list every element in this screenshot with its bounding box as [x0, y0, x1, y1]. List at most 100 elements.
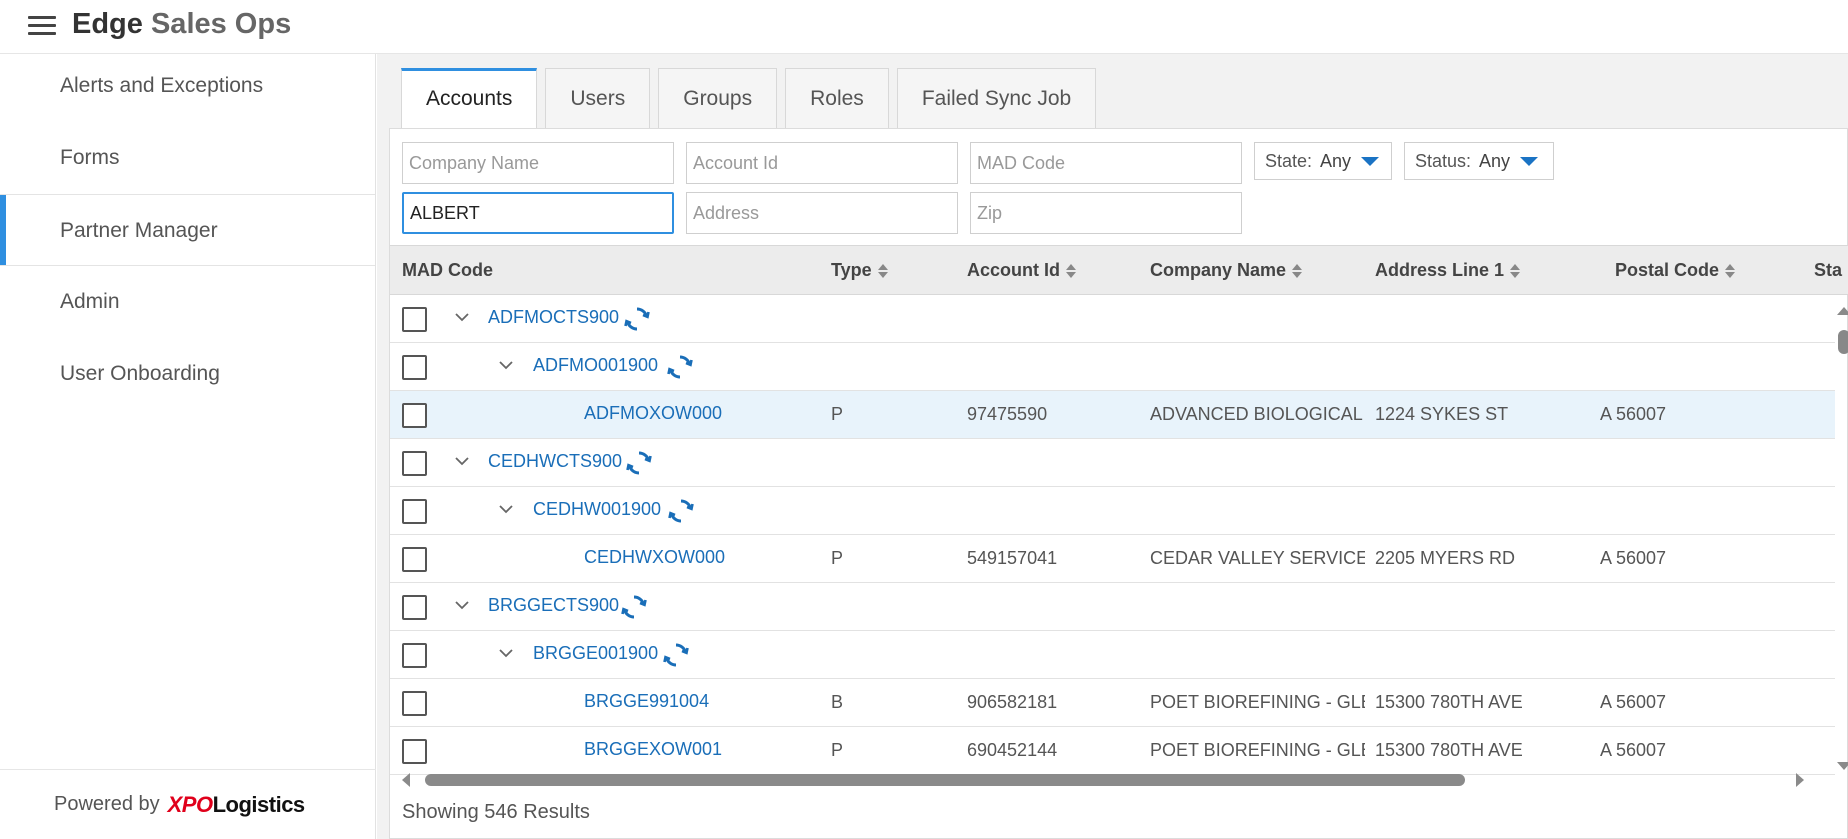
col-mad-code: MAD Code [402, 246, 493, 294]
name-search-input[interactable] [402, 192, 674, 234]
address-cell: 1224 SYKES ST [1375, 404, 1509, 424]
account-id-cell: 690452144 [967, 740, 1058, 760]
table-row[interactable]: BRGGE991004 B 906582181 POET BIOREFINING… [390, 679, 1835, 727]
table-row[interactable]: BRGGE001900 [390, 631, 1835, 679]
mad-code-link[interactable]: BRGGEXOW001 [584, 739, 722, 760]
row-checkbox[interactable] [402, 595, 427, 620]
company-name-cell: ADVANCED BIOLOGICAL M [1150, 404, 1365, 424]
col-address[interactable]: Address Line 1 [1375, 246, 1521, 294]
powered-by-footer: Powered by XPOLogistics [0, 769, 376, 839]
chevron-down-icon[interactable] [452, 451, 472, 471]
sidebar-item-partner-manager[interactable]: Partner Manager [0, 194, 375, 266]
tab-failed-sync-job[interactable]: Failed Sync Job [896, 68, 1097, 128]
mad-code-link[interactable]: CEDHWCTS900 [488, 451, 622, 472]
scroll-up-icon[interactable] [1837, 307, 1848, 315]
row-checkbox[interactable] [402, 691, 427, 716]
row-checkbox[interactable] [402, 739, 427, 764]
sort-icon[interactable] [1292, 263, 1303, 279]
company-name-cell: CEDAR VALLEY SERVICES [1150, 548, 1365, 568]
table-row[interactable]: ADFMO001900 [390, 343, 1835, 391]
company-name-cell: POET BIOREFINING - GLEN [1150, 740, 1365, 760]
mad-code-link[interactable]: ADFMO001900 [533, 355, 658, 376]
row-checkbox[interactable] [402, 403, 427, 428]
mad-code-link[interactable]: ADFMOXOW000 [584, 403, 722, 424]
mad-code-link[interactable]: CEDHWXOW000 [584, 547, 725, 568]
col-state[interactable]: Sta [1814, 246, 1848, 294]
mad-code-link[interactable]: BRGGE001900 [533, 643, 658, 664]
table-row[interactable]: BRGGECTS900 [390, 583, 1835, 631]
sidebar-item-alerts[interactable]: Alerts and Exceptions [0, 50, 375, 122]
tab-groups[interactable]: Groups [658, 68, 778, 128]
accounts-panel: State: Any Status: Any MAD Code Type Acc… [389, 128, 1848, 839]
chevron-down-icon[interactable] [496, 499, 516, 519]
col-type[interactable]: Type [831, 246, 888, 294]
row-checkbox[interactable] [402, 355, 427, 380]
row-checkbox[interactable] [402, 499, 427, 524]
table-row[interactable]: ADFMOCTS900 [390, 295, 1835, 343]
account-id-cell: 97475590 [967, 404, 1048, 424]
col-company-name[interactable]: Company Name [1150, 246, 1303, 294]
mad-code-link[interactable]: BRGGE991004 [584, 691, 709, 712]
table-row[interactable]: BRGGEXOW001 P 690452144 POET BIOREFINING… [390, 727, 1835, 775]
table-row[interactable]: CEDHWCTS900 [390, 439, 1835, 487]
horizontal-scroll-thumb[interactable] [425, 774, 1465, 786]
chevron-down-icon[interactable] [452, 595, 472, 615]
sort-icon[interactable] [1510, 263, 1521, 279]
sidebar-item-admin[interactable]: Admin [0, 266, 375, 338]
state-label: State: [1265, 150, 1313, 171]
account-id-cell: 906582181 [967, 692, 1058, 712]
sidebar: Alerts and Exceptions Forms Partner Mana… [0, 54, 376, 839]
sync-icon[interactable] [666, 496, 696, 526]
zip-input[interactable] [970, 192, 1242, 234]
app-title-rest: Sales Ops [150, 8, 292, 40]
mad-code-input[interactable] [970, 142, 1242, 184]
xpo-logo: XPOLogistics [168, 792, 306, 818]
mad-code-link[interactable]: CEDHW001900 [533, 499, 661, 520]
sort-icon[interactable] [1066, 263, 1076, 279]
menu-icon[interactable] [28, 16, 56, 36]
sidebar-item-user-onboarding[interactable]: User Onboarding [0, 338, 375, 410]
account-id-input[interactable] [686, 142, 958, 184]
table-row[interactable]: ADFMOXOW000 P 97475590 ADVANCED BIOLOGIC… [390, 391, 1835, 439]
sync-icon[interactable] [624, 448, 654, 478]
address-cell: 15300 780TH AVE [1375, 692, 1523, 712]
results-count: Showing 546 Results [402, 801, 590, 823]
tab-roles[interactable]: Roles [785, 68, 889, 128]
state-select[interactable]: State: Any [1254, 142, 1392, 180]
vertical-scroll-thumb[interactable] [1838, 330, 1848, 354]
row-checkbox[interactable] [402, 307, 427, 332]
scroll-left-icon[interactable] [402, 773, 410, 787]
table-row[interactable]: CEDHW001900 [390, 487, 1835, 535]
postal-code-cell: A 56007 [1600, 404, 1667, 424]
company-name-input[interactable] [402, 142, 674, 184]
table-row[interactable]: CEDHWXOW000 P 549157041 CEDAR VALLEY SER… [390, 535, 1835, 583]
sort-icon[interactable] [1725, 263, 1736, 279]
sync-icon[interactable] [661, 640, 691, 670]
sync-icon[interactable] [622, 304, 652, 334]
address-input[interactable] [686, 192, 958, 234]
status-select[interactable]: Status: Any [1404, 142, 1554, 180]
scroll-down-icon[interactable] [1837, 762, 1848, 770]
col-account-id[interactable]: Account Id [967, 246, 1076, 294]
chevron-down-icon[interactable] [496, 355, 516, 375]
row-checkbox[interactable] [402, 643, 427, 668]
table-header: MAD Code Type Account Id Company Name Ad… [390, 245, 1848, 295]
chevron-down-icon[interactable] [452, 307, 472, 327]
scroll-right-icon[interactable] [1796, 773, 1804, 787]
horizontal-scrollbar[interactable] [390, 770, 1848, 788]
tab-accounts[interactable]: Accounts [401, 68, 538, 130]
mad-code-link[interactable]: BRGGECTS900 [488, 595, 619, 616]
sidebar-item-forms[interactable]: Forms [0, 122, 375, 194]
vertical-scrollbar[interactable] [1837, 295, 1848, 782]
tab-users[interactable]: Users [545, 68, 651, 128]
sort-icon[interactable] [877, 263, 888, 279]
sync-icon[interactable] [665, 352, 695, 382]
col-mad-code-label: MAD Code [402, 260, 493, 280]
status-label: Status: [1415, 150, 1472, 171]
row-checkbox[interactable] [402, 451, 427, 476]
sync-icon[interactable] [619, 592, 649, 622]
chevron-down-icon[interactable] [496, 643, 516, 663]
mad-code-link[interactable]: ADFMOCTS900 [488, 307, 619, 328]
row-checkbox[interactable] [402, 547, 427, 572]
col-postal-code[interactable]: Postal Code [1615, 246, 1736, 294]
